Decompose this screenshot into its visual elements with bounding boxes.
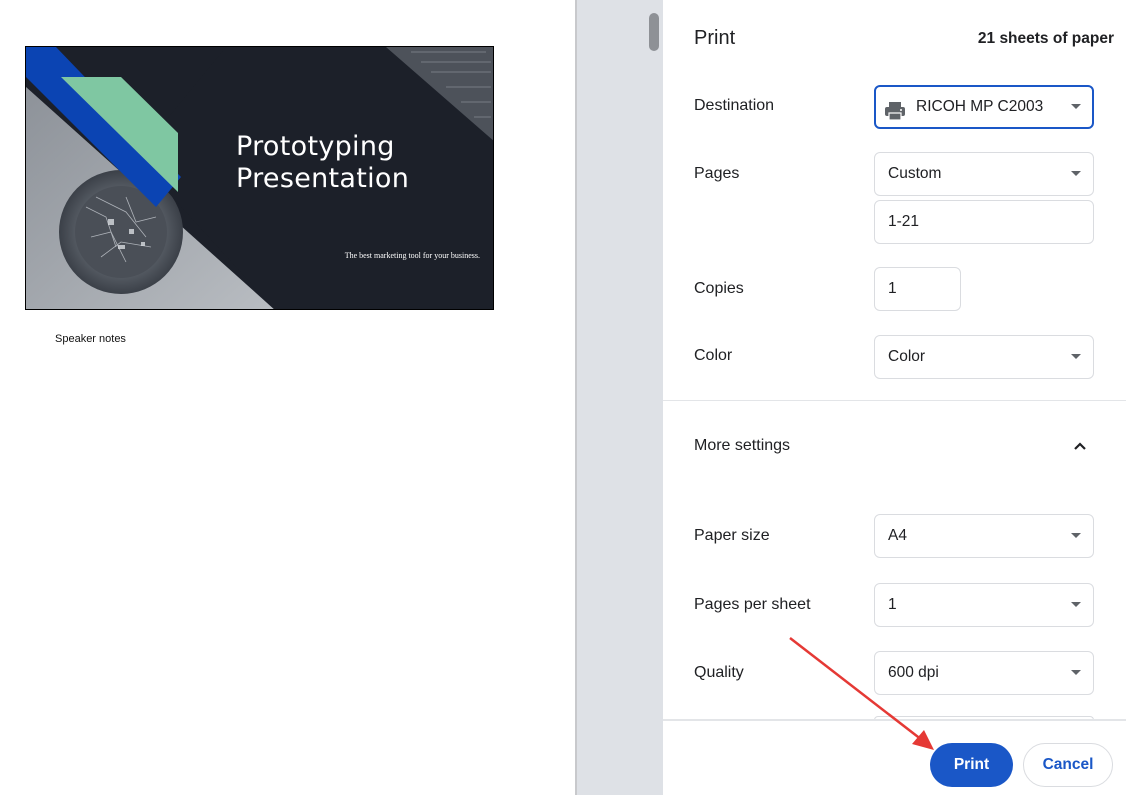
pages-per-sheet-value: 1 <box>888 596 897 613</box>
quality-value: 600 dpi <box>888 664 939 681</box>
panel-title: Print <box>694 27 736 49</box>
print-settings-panel: Print 21 sheets of paper Destination RIC… <box>663 0 1126 795</box>
destination-label: Destination <box>694 97 775 114</box>
copies-value: 1 <box>888 280 897 297</box>
slide-title: Prototyping Presentation <box>236 131 486 195</box>
slide-title-line-2: Presentation <box>236 163 410 194</box>
pages-select[interactable]: Custom <box>874 152 1094 196</box>
more-settings-toggle[interactable]: More settings <box>694 437 790 455</box>
destination-value: RICOH MP C2003 <box>916 98 1044 115</box>
quality-select[interactable]: 600 dpi <box>874 651 1094 695</box>
scroll-gutter <box>577 0 663 795</box>
print-preview-area: Prototyping Presentation The best market… <box>0 0 576 795</box>
copies-label: Copies <box>694 280 744 297</box>
paper-size-value: A4 <box>888 527 907 544</box>
section-divider <box>663 400 1126 401</box>
cancel-button[interactable]: Cancel <box>1023 743 1113 787</box>
scrollbar-thumb[interactable] <box>649 13 659 51</box>
copies-input[interactable]: 1 <box>874 267 961 311</box>
paper-size-select[interactable]: A4 <box>874 514 1094 558</box>
printer-icon <box>884 97 906 137</box>
pages-range-value: 1-21 <box>888 213 920 230</box>
pages-per-sheet-label: Pages per sheet <box>694 596 811 613</box>
slide-subtitle: The best marketing tool for your busines… <box>344 251 480 260</box>
chevron-down-icon <box>1071 670 1081 675</box>
color-label: Color <box>694 347 733 364</box>
color-value: Color <box>888 348 926 365</box>
chevron-down-icon <box>1071 171 1081 176</box>
slide-title-line-1: Prototyping <box>236 131 395 162</box>
pages-range-input[interactable]: 1-21 <box>874 200 1094 244</box>
quality-label: Quality <box>694 664 744 681</box>
chevron-up-icon[interactable] <box>1073 438 1087 456</box>
pages-value: Custom <box>888 165 942 182</box>
pages-label: Pages <box>694 165 740 182</box>
sheet-count: 21 sheets of paper <box>977 30 1114 47</box>
pages-per-sheet-select[interactable]: 1 <box>874 583 1094 627</box>
chevron-down-icon <box>1071 104 1081 109</box>
destination-select[interactable]: RICOH MP C2003 <box>874 85 1094 129</box>
paper-size-label: Paper size <box>694 527 770 544</box>
color-select[interactable]: Color <box>874 335 1094 379</box>
chevron-down-icon <box>1071 602 1081 607</box>
chevron-down-icon <box>1071 354 1081 359</box>
speaker-notes-label: Speaker notes <box>55 333 126 345</box>
slide-thumbnail: Prototyping Presentation The best market… <box>25 46 494 310</box>
print-button[interactable]: Print <box>930 743 1013 787</box>
footer-divider <box>663 719 1126 721</box>
chevron-down-icon <box>1071 533 1081 538</box>
